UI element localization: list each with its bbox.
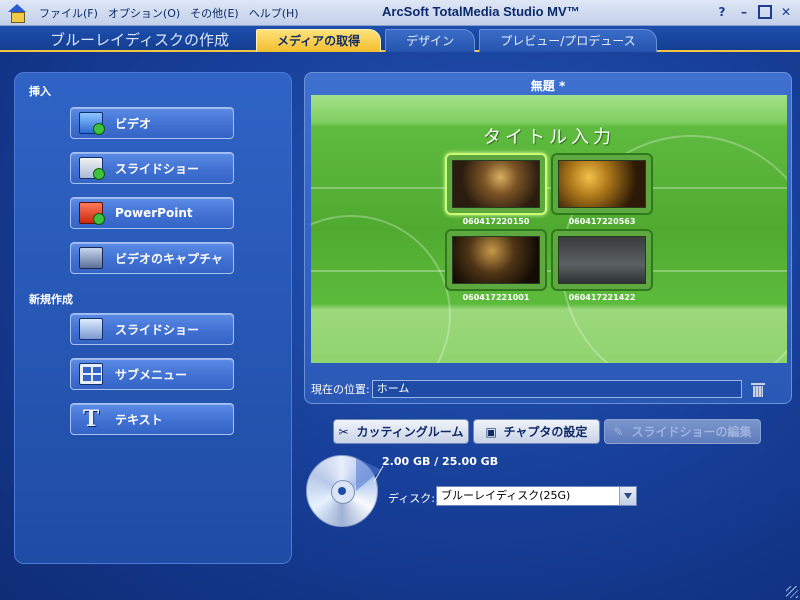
video-icon (79, 112, 105, 135)
menu-other[interactable]: その他(E) (185, 5, 244, 21)
location-field: ホーム (371, 380, 742, 398)
home-icon[interactable] (6, 2, 28, 24)
cutting-room-button[interactable]: ✂ カッティングルーム (333, 419, 469, 444)
menu-preview-canvas[interactable]: タイトル入力 060417220150 060417220563 0604172… (311, 95, 787, 363)
trash-icon[interactable] (751, 382, 765, 397)
disc-type-value: ブルーレイディスク(25G) (441, 489, 571, 502)
chapter-icon: ▣ (485, 424, 497, 439)
decorative-circle (311, 215, 451, 363)
thumbnail-label: 060417220563 (568, 217, 636, 226)
chevron-down-icon[interactable] (619, 487, 636, 505)
decorative-line (311, 270, 787, 272)
insert-video-button[interactable]: ビデオ (70, 107, 234, 139)
new-slideshow-label: スライドショー (115, 322, 200, 337)
window-controls: ? – ✕ (714, 4, 794, 20)
submenu-icon (79, 363, 103, 385)
insert-powerpoint-button[interactable]: PowerPoint (70, 197, 234, 229)
app-title: ArcSoft TotalMedia Studio MV™ (382, 4, 580, 19)
minimize-button[interactable]: – (736, 4, 752, 20)
scissors-icon: ✂ (338, 424, 349, 439)
tab-preview-produce[interactable]: プレビュー/プロデュース (479, 29, 657, 52)
edit-slideshow-label: スライドショーの編集 (631, 425, 752, 439)
page-title: ブルーレイディスクの作成 (50, 31, 229, 49)
insert-video-label: ビデオ (115, 116, 152, 131)
menu-file[interactable]: ファイル(F) (34, 5, 103, 21)
capture-video-button[interactable]: ビデオのキャプチャ (70, 242, 234, 274)
new-submenu-button[interactable]: サブメニュー (70, 358, 234, 390)
decorative-line (311, 187, 787, 189)
capture-video-label: ビデオのキャプチャ (115, 251, 223, 266)
new-text-button[interactable]: T テキスト (70, 403, 234, 435)
new-section-label: 新規作成 (29, 293, 73, 306)
thumbnail-label: 060417221001 (462, 293, 530, 302)
edit-slideshow-button[interactable]: ✎ スライドショーの編集 (604, 419, 761, 444)
chapter-thumbnail[interactable] (551, 229, 653, 291)
insert-slideshow-label: スライドショー (115, 161, 200, 176)
title-bar: ファイル(F) オプション(O) その他(E) ヘルプ(H) ArcSoft T… (0, 0, 800, 26)
close-button[interactable]: ✕ (778, 4, 794, 20)
help-button[interactable]: ? (714, 4, 730, 20)
new-slideshow-button[interactable]: スライドショー (70, 313, 234, 345)
thumbnail-image (558, 236, 646, 284)
chapter-thumbnail[interactable] (445, 229, 547, 291)
edit-icon: ✎ (613, 424, 624, 439)
media-panel: 挿入 ビデオ スライドショー PowerPoint ビデオのキャプチャ 新規作成… (14, 72, 292, 564)
tab-design[interactable]: デザイン (385, 29, 476, 52)
chapter-settings-label: チャプタの設定 (503, 425, 588, 439)
insert-section-label: 挿入 (29, 85, 51, 98)
insert-slideshow-button[interactable]: スライドショー (70, 152, 234, 184)
thumbnail-image (558, 160, 646, 208)
new-submenu-label: サブメニュー (115, 367, 188, 382)
slideshow-icon (79, 157, 105, 180)
disc-type-select[interactable]: ブルーレイディスク(25G) (436, 486, 637, 506)
project-title: 無題 * (530, 79, 566, 93)
text-icon: T (82, 406, 100, 432)
powerpoint-icon (79, 202, 105, 225)
header-band: ブルーレイディスクの作成 メディアの取得 デザイン プレビュー/プロデュース (0, 26, 800, 52)
resize-grip[interactable] (786, 586, 798, 598)
cutting-room-label: カッティングルーム (356, 425, 464, 439)
maximize-button[interactable] (758, 5, 772, 19)
thumbnail-label: 060417221422 (568, 293, 636, 302)
tab-bar: メディアの取得 デザイン プレビュー/プロデュース (256, 29, 661, 52)
tab-get-media[interactable]: メディアの取得 (256, 29, 382, 52)
thumbnail-image (452, 236, 540, 284)
chapter-thumbnail[interactable] (551, 153, 653, 215)
chapter-thumbnail[interactable] (445, 153, 547, 215)
chapter-settings-button[interactable]: ▣ チャプタの設定 (473, 419, 600, 444)
camcorder-icon (79, 247, 103, 269)
menu-title-text[interactable]: タイトル入力 (311, 123, 787, 149)
disc-capacity: 2.00 GB / 25.00 GB (382, 455, 499, 468)
insert-powerpoint-label: PowerPoint (115, 206, 193, 220)
menu-options[interactable]: オプション(O) (103, 5, 185, 21)
menu-bar: ファイル(F) オプション(O) その他(E) ヘルプ(H) (34, 5, 304, 21)
new-slideshow-icon (79, 318, 103, 340)
location-row: 現在の位置: ホーム (311, 380, 742, 398)
preview-panel: 無題 * タイトル入力 060417220150 060417220563 06… (304, 72, 792, 404)
thumbnail-label: 060417220150 (462, 217, 530, 226)
location-label: 現在の位置: (311, 383, 370, 396)
disc-type-label: ディスク: (388, 492, 435, 505)
menu-help[interactable]: ヘルプ(H) (244, 5, 304, 21)
thumbnail-image (452, 160, 540, 208)
new-text-label: テキスト (115, 412, 163, 427)
